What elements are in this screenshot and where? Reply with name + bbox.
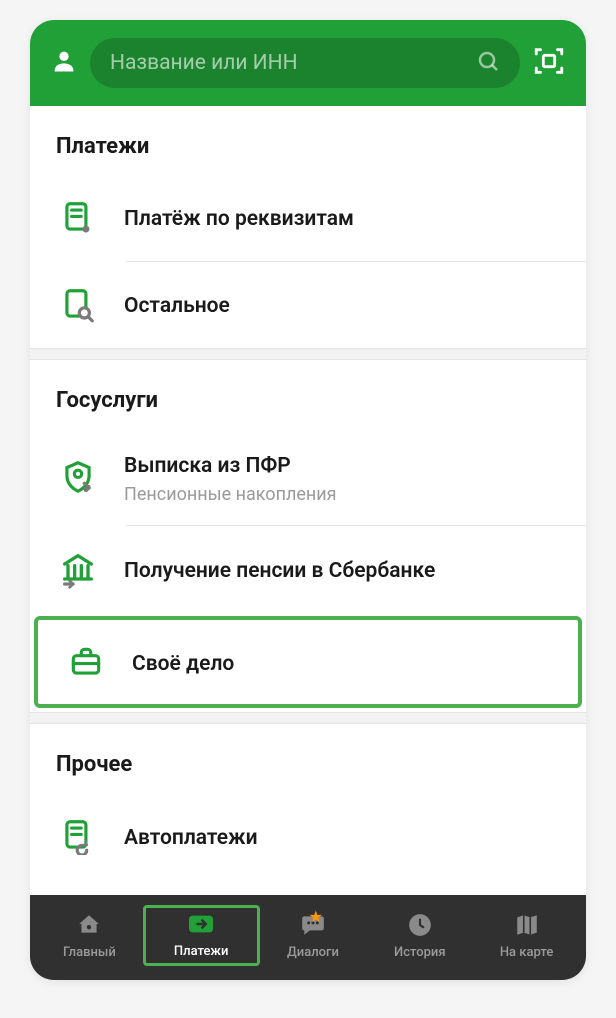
payments-icon: [183, 910, 219, 938]
item-payment-by-details[interactable]: Платёж по реквизитам: [30, 175, 586, 261]
map-icon: [509, 911, 545, 939]
nav-label: Платежи: [174, 944, 229, 959]
app-screen: Название или ИНН Платежи Платёж по рекви…: [30, 20, 586, 980]
section-title-payments: Платежи: [30, 106, 586, 175]
document-icon: [56, 196, 100, 240]
nav-label: Главный: [63, 945, 116, 960]
section-divider: [30, 712, 586, 724]
bank-icon: [56, 547, 100, 591]
nav-map[interactable]: На карте: [473, 907, 580, 964]
item-pfr-statement[interactable]: Выписка из ПФР Пенсионные накопления: [30, 429, 586, 525]
search-input[interactable]: Название или ИНН: [90, 38, 520, 88]
search-icon: [476, 49, 500, 77]
item-title: Автоплатежи: [124, 825, 560, 852]
nav-history[interactable]: История: [366, 907, 473, 964]
qr-scan-icon[interactable]: [532, 44, 566, 82]
item-title: Получение пенсии в Сбербанке: [124, 558, 560, 585]
briefcase-icon: [64, 640, 108, 684]
search-placeholder: Название или ИНН: [110, 51, 466, 75]
document-refresh-icon: [56, 814, 100, 858]
item-own-business[interactable]: Своё дело: [34, 616, 582, 708]
shield-edit-icon: [56, 455, 100, 499]
content-scroll[interactable]: Платежи Платёж по реквизитам Остальное Г…: [30, 106, 586, 895]
bottom-nav: Главный Платежи ★ Диалоги История На: [30, 895, 586, 980]
item-other-payments[interactable]: Остальное: [30, 262, 586, 348]
nav-dialogs[interactable]: ★ Диалоги: [260, 907, 367, 964]
clock-icon: [402, 911, 438, 939]
item-title: Выписка из ПФР: [124, 453, 560, 480]
nav-payments[interactable]: Платежи: [143, 905, 260, 966]
item-title: Платёж по реквизитам: [124, 206, 560, 233]
section-divider: [30, 348, 586, 360]
item-pension-sberbank[interactable]: Получение пенсии в Сбербанке: [30, 526, 586, 612]
nav-label: На карте: [500, 945, 554, 960]
profile-icon[interactable]: [50, 47, 78, 79]
nav-home[interactable]: Главный: [36, 907, 143, 964]
item-title: Своё дело: [132, 651, 552, 678]
home-icon: [71, 911, 107, 939]
document-search-icon: [56, 283, 100, 327]
star-badge-icon: ★: [309, 907, 323, 926]
item-title: Остальное: [124, 293, 560, 320]
nav-label: Диалоги: [287, 945, 339, 960]
section-title-other: Прочее: [30, 724, 586, 793]
item-subtitle: Пенсионные накопления: [124, 484, 560, 505]
section-title-gosuslugi: Госуслуги: [30, 360, 586, 429]
chat-icon: ★: [295, 911, 331, 939]
item-autopayments[interactable]: Автоплатежи: [30, 793, 586, 879]
header: Название или ИНН: [30, 20, 586, 106]
nav-label: История: [394, 945, 446, 960]
